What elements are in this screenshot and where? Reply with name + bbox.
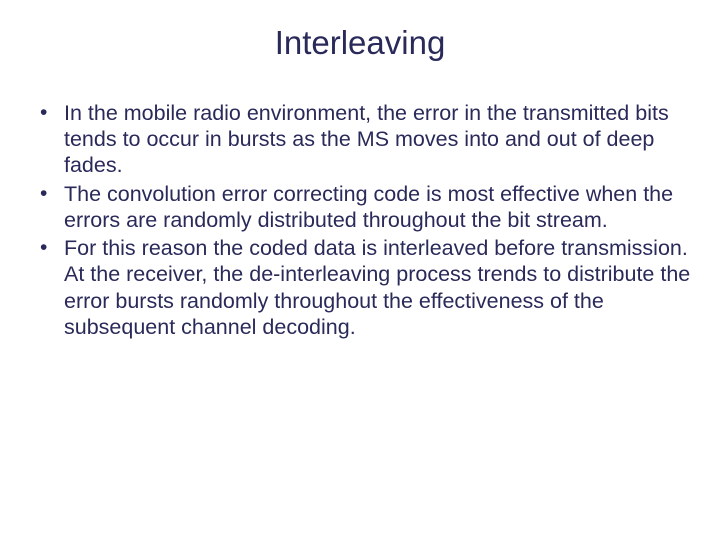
slide-title: Interleaving: [18, 24, 702, 62]
bullet-item: In the mobile radio environment, the err…: [36, 100, 702, 179]
bullet-item: For this reason the coded data is interl…: [36, 235, 702, 340]
bullet-item: The convolution error correcting code is…: [36, 181, 702, 233]
slide-container: Interleaving In the mobile radio environ…: [0, 0, 720, 540]
bullet-list: In the mobile radio environment, the err…: [18, 100, 702, 340]
